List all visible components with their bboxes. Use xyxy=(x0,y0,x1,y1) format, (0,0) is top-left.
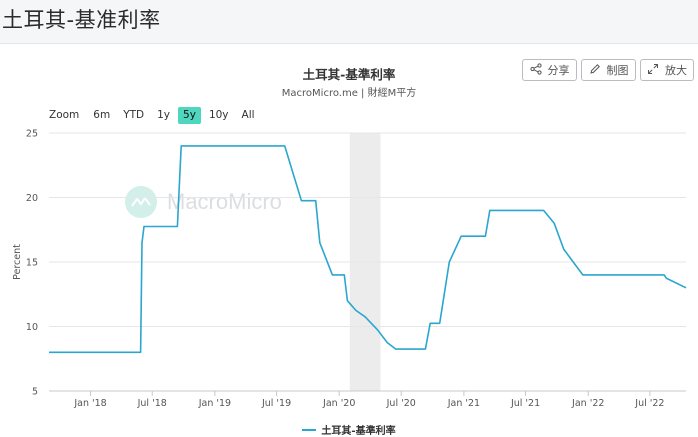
y-tick-label: 25 xyxy=(26,129,38,140)
legend-label: 土耳其-基準利率 xyxy=(321,426,396,437)
y-tick-label: 10 xyxy=(26,322,38,333)
chart-canvas: 5 10 15 20 25 Jan '18 Jul '18 Jan '19 Jul '19 Jan… xyxy=(12,129,687,409)
x-tick-label: Jan '22 xyxy=(571,398,604,409)
y-axis-title: Percent xyxy=(12,244,23,280)
x-tick-label: Jan '18 xyxy=(73,398,106,409)
x-tick-label: Jan '21 xyxy=(447,398,480,409)
x-tick-label: Jul '20 xyxy=(386,398,416,409)
x-tick-label: Jul '22 xyxy=(634,398,664,409)
y-tick-label: 15 xyxy=(26,258,38,269)
y-tick-label: 5 xyxy=(32,387,38,398)
legend[interactable]: 土耳其-基準利率 xyxy=(0,422,698,437)
y-tick-label: 20 xyxy=(26,193,38,204)
x-tick-label: Jul '18 xyxy=(137,398,167,409)
x-tick-label: Jul '21 xyxy=(510,398,540,409)
legend-swatch xyxy=(302,428,317,431)
x-tick-label: Jan '20 xyxy=(322,398,355,409)
x-tick-label: Jan '19 xyxy=(198,398,231,409)
x-tick-label: Jul '19 xyxy=(261,398,291,409)
